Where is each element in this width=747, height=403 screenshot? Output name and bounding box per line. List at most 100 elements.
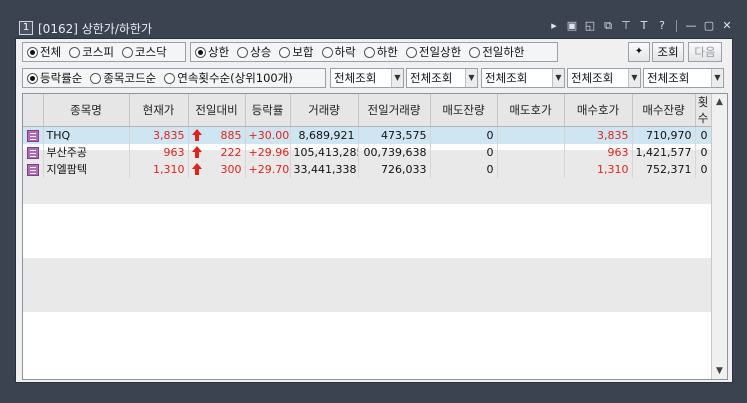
market-radio-0[interactable]: 전체 bbox=[27, 44, 61, 60]
limit-radio-label: 하한 bbox=[376, 45, 398, 59]
column-header[interactable]: 매도잔량 bbox=[430, 94, 498, 127]
up-arrow-icon bbox=[191, 145, 203, 158]
radio-circle-icon bbox=[69, 46, 81, 58]
column-header[interactable]: 횟수 bbox=[695, 94, 712, 127]
filter-select-2[interactable]: 전체조회 ▼ bbox=[406, 68, 478, 88]
scroll-up-icon[interactable]: ▲ bbox=[712, 94, 727, 110]
table-row[interactable]: THQ 3,835 885 +30.00 8,689,921 473,575 0 3,835 7… bbox=[23, 126, 712, 144]
filter-select-4[interactable]: 전체조회 ▼ bbox=[567, 68, 641, 88]
limit-radio-2[interactable]: 보합 bbox=[279, 44, 314, 60]
cell-value: +29.96 bbox=[248, 145, 290, 159]
cell-price: 1,310 bbox=[129, 160, 189, 178]
cell-value: 1,310 bbox=[597, 162, 629, 176]
stock-info-icon[interactable] bbox=[26, 146, 39, 159]
limit-radio-0[interactable]: 상한 bbox=[195, 44, 229, 60]
close-icon[interactable]: ✕ bbox=[721, 19, 733, 33]
sort-radio-1[interactable]: 종목코드순 bbox=[90, 70, 156, 86]
filter-select-1[interactable]: 전체조회 ▼ bbox=[330, 68, 404, 88]
sort-radio-label: 등락률순 bbox=[40, 71, 83, 85]
scroll-down-icon[interactable]: ▼ bbox=[712, 363, 727, 379]
cell-change: 300 bbox=[188, 160, 246, 178]
column-header[interactable]: 등락률 bbox=[245, 94, 291, 127]
limit-radio-label: 상한 bbox=[208, 45, 230, 59]
column-header[interactable]: 종목명 bbox=[43, 94, 130, 127]
vertical-scrollbar[interactable]: ▲ ▼ bbox=[711, 94, 727, 379]
cell-change: 222 bbox=[188, 143, 246, 161]
radio-circle-icon bbox=[279, 46, 291, 58]
font-icon[interactable]: T bbox=[638, 19, 650, 33]
radio-circle-icon bbox=[469, 46, 481, 58]
chevron-down-icon: ▼ bbox=[552, 69, 564, 87]
cell-value: 963 bbox=[607, 145, 629, 159]
window-icon[interactable]: ▣ bbox=[566, 19, 578, 33]
limit-radio-5[interactable]: 전일상한 bbox=[405, 44, 462, 60]
cell-value: 00,739,638 bbox=[363, 145, 427, 159]
maximize-icon[interactable]: ▢ bbox=[703, 19, 715, 33]
column-header[interactable]: 매수잔량 bbox=[632, 94, 696, 127]
filter-select-3[interactable]: 전체조회 ▼ bbox=[481, 68, 565, 88]
stock-info-icon[interactable] bbox=[26, 129, 39, 142]
limit-radio-label: 하락 bbox=[334, 45, 356, 59]
main-panel: 전체 코스피 코스닥 상한 상승 보합 하락 하한 전일상한 전일하한 ✦ 조회 다음 등락률순… bbox=[15, 38, 733, 383]
market-radio-label: 전체 bbox=[40, 45, 62, 59]
sort-radio-0[interactable]: 등락률순 bbox=[27, 70, 82, 86]
table-row[interactable]: 부산주공 963 222 +29.96 105,413,285 00,739,638 0 96… bbox=[23, 143, 712, 161]
cell-change: 885 bbox=[188, 126, 246, 144]
limit-radio-label: 전일상한 bbox=[418, 45, 462, 59]
help-icon[interactable]: ? bbox=[656, 19, 668, 33]
settings-button[interactable]: ✦ bbox=[628, 42, 650, 62]
pin-icon[interactable]: ⊤ bbox=[620, 19, 632, 33]
column-header[interactable]: 전일거래량 bbox=[358, 94, 431, 127]
stock-icon-cell[interactable] bbox=[23, 160, 44, 178]
market-radio-1[interactable]: 코스피 bbox=[69, 44, 114, 60]
chevron-down-icon: ▼ bbox=[711, 69, 723, 87]
minimize-icon[interactable]: — bbox=[685, 19, 697, 33]
filter-select-5[interactable]: 전체조회 ▼ bbox=[643, 68, 724, 88]
filter-select-5-value: 전체조회 bbox=[647, 71, 690, 85]
chevron-down-icon: ▼ bbox=[391, 69, 403, 87]
cell-ask-qty: 0 bbox=[430, 126, 498, 144]
cell-value: 1,310 bbox=[153, 162, 185, 176]
play-icon[interactable]: ▸ bbox=[548, 19, 560, 33]
layout-icon[interactable]: ◱ bbox=[584, 19, 596, 33]
column-header[interactable] bbox=[23, 94, 44, 127]
stock-info-icon[interactable] bbox=[26, 163, 39, 176]
column-header[interactable]: 매도호가 bbox=[497, 94, 565, 127]
query-button[interactable]: 조회 bbox=[652, 42, 684, 62]
radio-circle-icon bbox=[27, 46, 38, 58]
limit-radio-label: 상승 bbox=[250, 45, 272, 59]
cell-value: THQ bbox=[46, 128, 71, 142]
chevron-down-icon: ▼ bbox=[465, 69, 477, 87]
cell-prev-volume: 473,575 bbox=[358, 126, 431, 144]
cell-value: 473,575 bbox=[381, 128, 427, 142]
limit-radio-6[interactable]: 전일하한 bbox=[469, 44, 525, 60]
cell-value: 710,970 bbox=[646, 128, 692, 142]
table-row[interactable]: 지엘팜텍 1,310 300 +29.70 33,441,338 726,033 0 1,31… bbox=[23, 160, 712, 178]
column-header[interactable]: 현재가 bbox=[129, 94, 189, 127]
cell-value: 1,421,577 bbox=[635, 145, 692, 159]
cell-value: 0 bbox=[486, 162, 494, 176]
limit-radio-1[interactable]: 상승 bbox=[237, 44, 271, 60]
radio-circle-icon bbox=[90, 72, 102, 84]
column-header[interactable]: 매수호가 bbox=[564, 94, 633, 127]
limit-radio-4[interactable]: 하한 bbox=[363, 44, 398, 60]
stock-icon-cell[interactable] bbox=[23, 126, 44, 144]
chevron-down-icon: ▼ bbox=[628, 69, 640, 87]
cell-value: 33,441,338 bbox=[293, 162, 357, 176]
column-header[interactable]: 전일대비 bbox=[188, 94, 246, 127]
sort-radio-label: 연속횟수순(상위100개) bbox=[177, 71, 293, 85]
next-button[interactable]: 다음 bbox=[688, 42, 722, 62]
limit-radio-3[interactable]: 하락 bbox=[321, 44, 356, 60]
filter-select-3-value: 전체조회 bbox=[485, 71, 528, 85]
cell-value: 0 bbox=[700, 145, 708, 159]
stock-icon-cell[interactable] bbox=[23, 143, 44, 161]
sort-radio-2[interactable]: 연속횟수순(상위100개) bbox=[164, 70, 293, 86]
limit-radio-group: 상한 상승 보합 하락 하한 전일상한 전일하한 bbox=[190, 42, 558, 62]
title-bar-controls: ▸ ▣ ◱ ⧉ ⊤ T? — ▢ ✕ bbox=[548, 19, 733, 33]
column-header[interactable]: 거래량 bbox=[290, 94, 359, 127]
market-radio-2[interactable]: 코스닥 bbox=[121, 44, 167, 60]
cell-value: 885 bbox=[220, 128, 242, 142]
restore-icon[interactable]: ⧉ bbox=[602, 19, 614, 33]
cell-value: 752,371 bbox=[646, 162, 692, 176]
title-bar-separator bbox=[676, 20, 677, 32]
